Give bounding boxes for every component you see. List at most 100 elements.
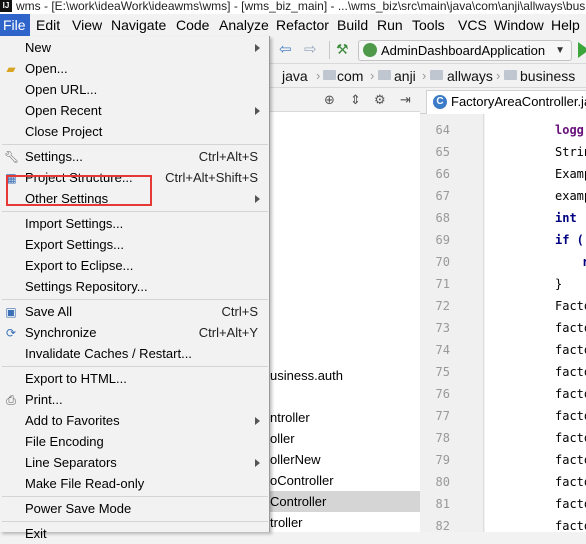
menu-item-open-recent[interactable]: Open Recent [0, 100, 268, 121]
tree-item[interactable]: troller [270, 512, 420, 533]
menu-item-make-read-only[interactable]: Make File Read-only [0, 473, 268, 494]
menu-separator [2, 366, 268, 367]
menu-item-file-encoding[interactable]: File Encoding [0, 431, 268, 452]
submenu-arrow-icon [255, 107, 260, 115]
editor-tab[interactable]: C FactoryAreaController.java [426, 90, 586, 114]
folder-icon [504, 70, 517, 80]
submenu-arrow-icon [255, 44, 260, 52]
forward-arrow-icon[interactable]: ⇨ [304, 42, 317, 57]
code-line: facto [555, 497, 586, 511]
menu-item-synchronize[interactable]: ⟳ Synchronize Ctrl+Alt+Y [0, 322, 268, 343]
submenu-arrow-icon [255, 417, 260, 425]
tree-item[interactable]: ollerNew [270, 449, 420, 470]
menu-item-exit[interactable]: Exit [0, 523, 268, 544]
java-class-icon: C [433, 95, 447, 109]
menu-item-print[interactable]: ⎙ Print... [0, 389, 268, 410]
line-number: 82 [435, 519, 450, 533]
shortcut-label: Ctrl+Alt+Y [198, 325, 258, 340]
save-icon: ▣ [5, 305, 17, 319]
menu-analyze[interactable]: Analyze [219, 14, 269, 36]
line-number: 72 [435, 299, 450, 313]
menu-edit[interactable]: Edit [36, 14, 60, 36]
menu-item-export-html[interactable]: Export to HTML... [0, 368, 268, 389]
menu-build[interactable]: Build [337, 14, 368, 36]
gear-icon[interactable]: ⚙ [374, 92, 386, 107]
wrench-icon: 🔧︎ [4, 150, 20, 164]
breadcrumb-item[interactable]: com [337, 64, 363, 87]
run-icon[interactable] [578, 42, 586, 58]
locate-icon[interactable]: ⊕ [324, 92, 335, 107]
run-configuration-select[interactable]: AdminDashboardApplication ▼ [358, 40, 572, 61]
line-number: 75 [435, 365, 450, 379]
menu-vcs[interactable]: VCS [458, 14, 487, 36]
tree-item-label: troller [270, 515, 303, 530]
menu-item-power-save[interactable]: Power Save Mode [0, 498, 268, 519]
menu-tools[interactable]: Tools [412, 14, 445, 36]
folder-icon [378, 70, 391, 80]
breadcrumb-item[interactable]: java [282, 64, 308, 87]
line-number: 76 [435, 387, 450, 401]
menu-item-import-settings[interactable]: Import Settings... [0, 213, 268, 234]
printer-icon: ⎙ [6, 393, 16, 407]
tree-item[interactable]: usiness.auth [270, 365, 420, 386]
menu-item-close-project[interactable]: Close Project [0, 121, 268, 142]
folder-icon [323, 70, 336, 80]
menu-bar: File Edit View Navigate Code Analyze Ref… [0, 14, 586, 36]
tree-item-label: oller [270, 431, 295, 446]
line-number: 67 [435, 189, 450, 203]
code-line: facto [555, 343, 586, 357]
menu-item-add-favorites[interactable]: Add to Favorites [0, 410, 268, 431]
breadcrumb-item[interactable]: business [520, 64, 575, 87]
menu-item-line-separators[interactable]: Line Separators [0, 452, 268, 473]
tree-item[interactable]: ntroller [270, 407, 420, 428]
chevron-down-icon: ▼ [555, 45, 565, 56]
code-line: facto [555, 365, 586, 379]
tree-item-selected[interactable]: Controller [270, 491, 420, 512]
menu-refactor[interactable]: Refactor [276, 14, 329, 36]
tree-item[interactable]: oller [270, 428, 420, 449]
menu-code[interactable]: Code [176, 14, 209, 36]
run-configuration-label: AdminDashboardApplication [381, 43, 546, 58]
editor-tab-bar: C FactoryAreaController.java [420, 88, 586, 114]
menu-item-invalidate-caches[interactable]: Invalidate Caches / Restart... [0, 343, 268, 364]
menu-file[interactable]: File [0, 14, 30, 36]
menu-item-export-eclipse[interactable]: Export to Eclipse... [0, 255, 268, 276]
menu-item-open-url[interactable]: Open URL... [0, 79, 268, 100]
chevron-right-icon: › [496, 68, 501, 83]
code-line: facto [555, 321, 586, 335]
hide-icon[interactable]: ⇥ [400, 92, 411, 107]
intellij-app-icon: IJ [0, 0, 12, 12]
folder-open-icon: ▰ [6, 62, 16, 76]
line-number: 78 [435, 431, 450, 445]
build-icon[interactable]: ⚒ [336, 42, 349, 57]
code-line: if ( [555, 233, 584, 247]
collapse-icon[interactable]: ⇕ [350, 92, 361, 107]
tree-item[interactable]: oController [270, 470, 420, 491]
tree-item-label: usiness.auth [270, 368, 343, 383]
line-number: 64 [435, 123, 450, 137]
breadcrumb-item[interactable]: allways [447, 64, 493, 87]
menu-window[interactable]: Window [494, 14, 544, 36]
menu-item-save-all[interactable]: ▣ Save All Ctrl+S [0, 301, 268, 322]
file-menu-dropdown: New ▰ Open... Open URL... Open Recent Cl… [0, 36, 270, 541]
menu-navigate[interactable]: Navigate [111, 14, 166, 36]
line-number: 65 [435, 145, 450, 159]
code-line: Strin [555, 145, 586, 159]
menu-item-settings-repository[interactable]: Settings Repository... [0, 276, 268, 297]
editor-gutter: 64 65 66 67 68 69 70 71 72 73 74 75 76 7… [420, 114, 484, 533]
menu-item-export-settings[interactable]: Export Settings... [0, 234, 268, 255]
menu-run[interactable]: Run [377, 14, 403, 36]
code-line: Examp [555, 167, 586, 181]
menu-item-new[interactable]: New [0, 37, 268, 58]
code-line: r [582, 255, 586, 269]
menu-view[interactable]: View [72, 14, 102, 36]
menu-item-settings[interactable]: 🔧︎ Settings... Ctrl+Alt+S [0, 146, 268, 167]
folder-icon [430, 70, 443, 80]
breadcrumb-item[interactable]: anji [394, 64, 416, 87]
code-editor[interactable]: logg Strin Examp examp int if ( r } Fact… [485, 114, 586, 532]
menu-help[interactable]: Help [551, 14, 580, 36]
menu-separator [2, 144, 268, 145]
shortcut-label: Ctrl+S [221, 304, 258, 319]
menu-item-open[interactable]: ▰ Open... [0, 58, 268, 79]
back-arrow-icon[interactable]: ⇦ [279, 42, 292, 57]
